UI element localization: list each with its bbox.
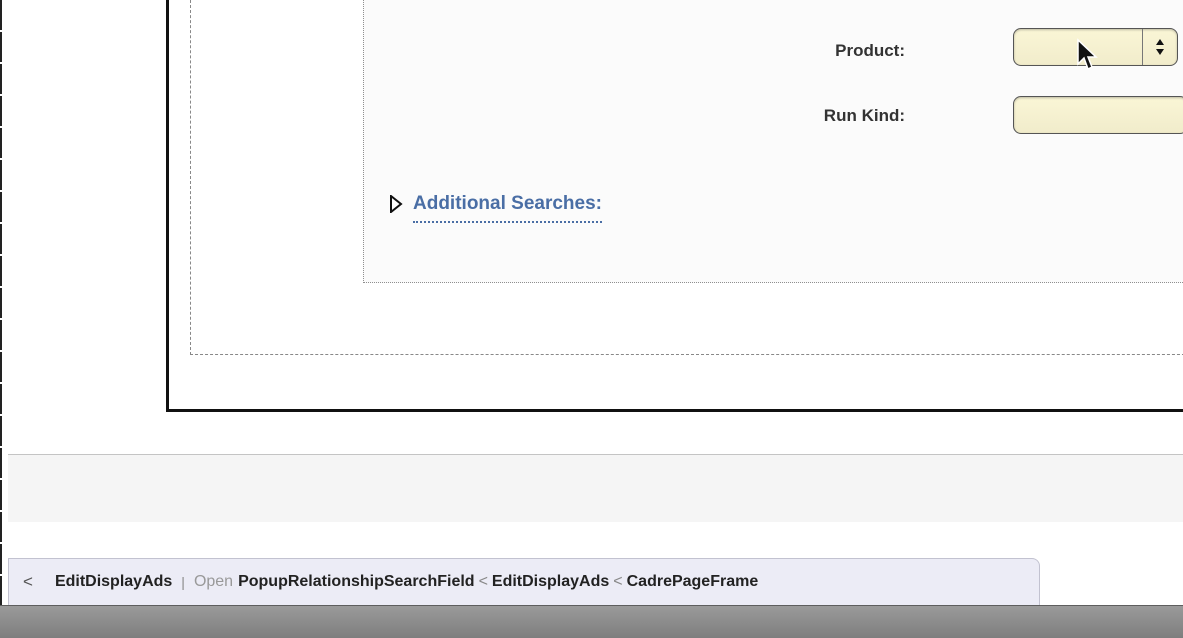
product-label: Product: bbox=[835, 41, 905, 60]
run-kind-label: Run Kind: bbox=[823, 106, 905, 125]
breadcrumb: < EditDisplayAds | Open PopupRelationshi… bbox=[8, 558, 1040, 605]
breadcrumb-path-separator: < bbox=[478, 573, 488, 590]
up-down-arrows-icon bbox=[1142, 29, 1177, 65]
breadcrumb-path-item[interactable]: EditDisplayAds bbox=[492, 573, 609, 591]
breadcrumb-open-label: Open bbox=[193, 573, 234, 590]
disclosure-triangle-icon bbox=[390, 195, 403, 213]
breadcrumb-back-button[interactable]: < bbox=[23, 572, 33, 592]
bottom-bar bbox=[0, 605, 1183, 638]
breadcrumb-current[interactable]: EditDisplayAds bbox=[55, 573, 172, 591]
gray-band bbox=[8, 455, 1183, 522]
additional-searches-label[interactable]: Additional Searches: bbox=[413, 193, 602, 223]
breadcrumb-path-item[interactable]: PopupRelationshipSearchField bbox=[238, 573, 474, 591]
run-kind-select[interactable] bbox=[1013, 96, 1183, 134]
breadcrumb-path-item[interactable]: CadrePageFrame bbox=[627, 573, 759, 591]
left-edge-marks bbox=[0, 0, 2, 637]
breadcrumb-path-separator: < bbox=[613, 573, 623, 590]
mouse-pointer-icon bbox=[1077, 38, 1098, 71]
breadcrumb-separator: | bbox=[181, 574, 185, 590]
additional-searches-toggle[interactable]: Additional Searches: bbox=[389, 185, 602, 223]
